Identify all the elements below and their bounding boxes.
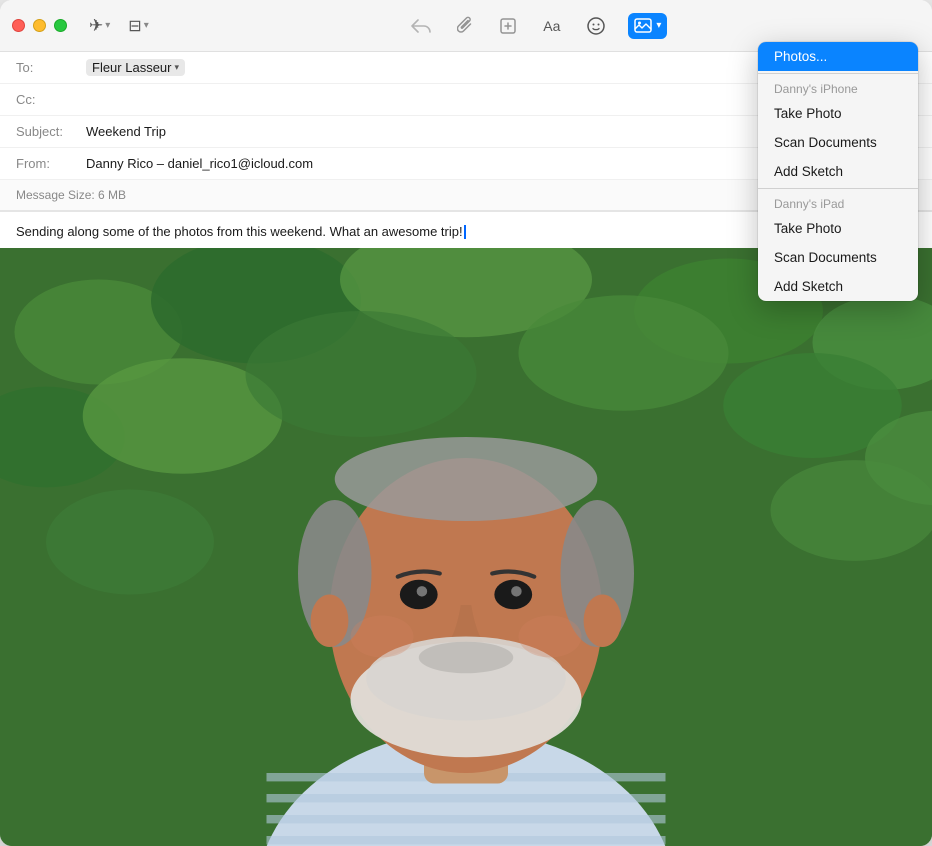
recipient-name: Fleur Lasseur [92,60,171,75]
menu-item-ipad-sketch[interactable]: Add Sketch [758,272,918,301]
menu-iphone-scan-label: Scan Documents [774,135,877,150]
emoji-icon [586,16,606,36]
menu-ipad-sketch-label: Add Sketch [774,279,843,294]
message-text-content: Sending along some of the photos from th… [16,224,463,239]
menu-item-ipad-take-photo[interactable]: Take Photo [758,214,918,243]
menu-iphone-sketch-label: Add Sketch [774,164,843,179]
font-icon: Aa [543,18,560,34]
edit-button[interactable] [495,13,521,39]
mail-window: ✈ ▾ ⊟ ▾ [0,0,932,846]
photo-area [0,248,932,846]
menu-ipad-take-photo-label: Take Photo [774,221,842,236]
menu-item-photos[interactable]: Photos... [758,42,918,71]
from-value: Danny Rico – daniel_rico1@icloud.com [86,156,313,171]
menu-header-iphone: Danny's iPhone [758,76,918,99]
maximize-button[interactable] [54,19,67,32]
to-label: To: [16,60,86,75]
subject-value[interactable]: Weekend Trip [86,124,166,139]
photo-insert-button[interactable]: ▾ [628,13,667,39]
photo-chevron-icon: ▾ [656,20,661,31]
menu-item-iphone-take-photo[interactable]: Take Photo [758,99,918,128]
menu-header-ipad: Danny's iPad [758,191,918,214]
menu-separator-2 [758,188,918,189]
compose-area: Sending along some of the photos from th… [0,212,932,846]
reply-button[interactable] [407,14,435,38]
photo-placeholder [0,248,932,846]
reply-icon [411,18,431,34]
email-photo [0,248,932,846]
send-icon: ✈ [89,16,103,36]
layout-button[interactable]: ⊟ ▾ [122,12,154,40]
recipient-chevron-icon: ▾ [174,62,179,73]
layout-icon: ⊟ [128,16,141,36]
menu-photos-label: Photos... [774,49,827,64]
traffic-lights [12,19,67,32]
from-label: From: [16,156,86,171]
menu-item-iphone-sketch[interactable]: Add Sketch [758,157,918,186]
photo-dropdown-menu: Photos... Danny's iPhone Take Photo Scan… [758,42,918,301]
cc-label: Cc: [16,92,86,107]
send-button[interactable]: ✈ ▾ [83,12,116,40]
message-size-value: 6 MB [98,188,126,202]
photo-icon [634,17,654,35]
menu-ipad-scan-label: Scan Documents [774,250,877,265]
toolbar-center: Aa ▾ [155,12,920,40]
subject-label: Subject: [16,124,86,139]
message-size-label: Message Size: [16,188,95,202]
attach-button[interactable] [453,12,477,40]
text-cursor [464,225,466,239]
recipient-tag[interactable]: Fleur Lasseur ▾ [86,59,185,76]
minimize-button[interactable] [33,19,46,32]
menu-iphone-take-photo-label: Take Photo [774,106,842,121]
menu-separator-1 [758,73,918,74]
emoji-button[interactable] [582,12,610,40]
layout-chevron-icon: ▾ [144,20,149,31]
toolbar-left: ✈ ▾ ⊟ ▾ [83,12,155,40]
message-size: Message Size: 6 MB [16,188,817,202]
close-button[interactable] [12,19,25,32]
font-button[interactable]: Aa [539,14,564,38]
menu-item-iphone-scan[interactable]: Scan Documents [758,128,918,157]
paperclip-icon [457,16,473,36]
menu-item-ipad-scan[interactable]: Scan Documents [758,243,918,272]
edit-icon [499,17,517,35]
send-chevron-icon: ▾ [105,20,110,31]
